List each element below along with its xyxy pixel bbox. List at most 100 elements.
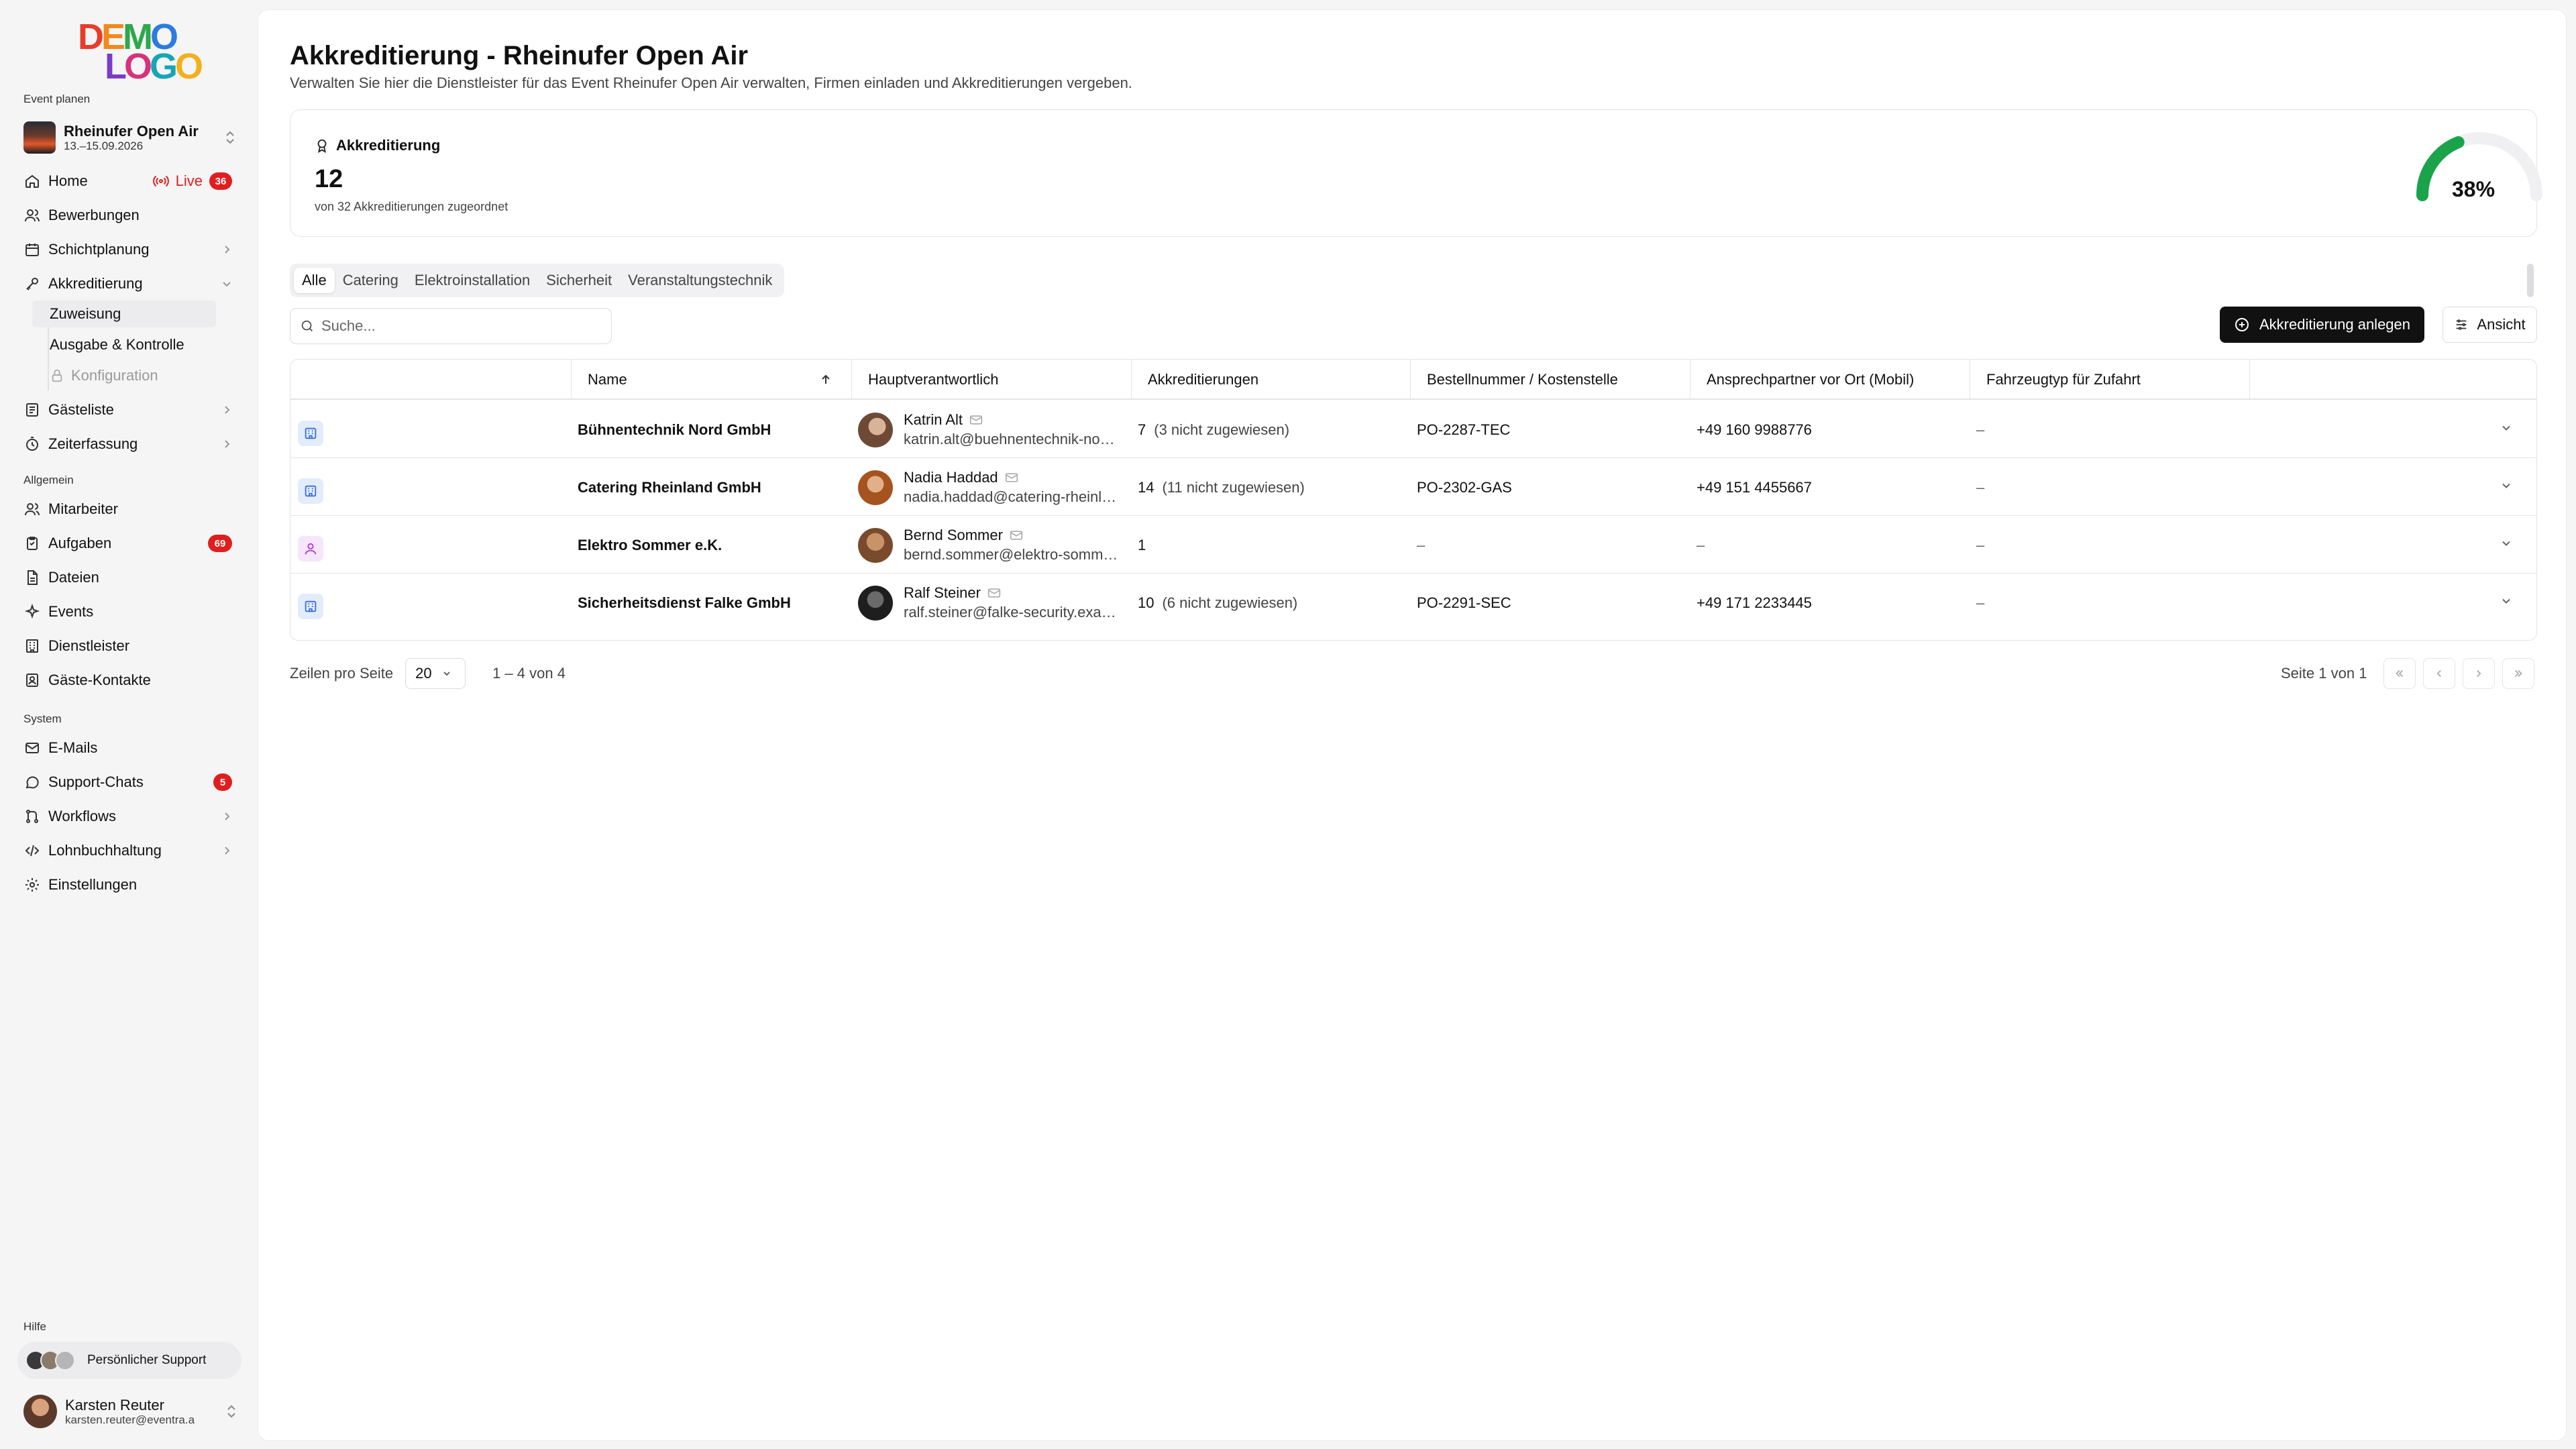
contact-person[interactable]: Ralf Steiner ralf.steiner@falke-security… [858, 574, 1118, 631]
rows-per-page-select[interactable]: 20 [405, 658, 466, 689]
accreditations-unassigned: (6 nicht zugewiesen) [1162, 594, 1298, 611]
accreditations-count: 14 [1138, 478, 1155, 496]
sort-ascending-icon[interactable] [819, 373, 833, 386]
tab-elektroinstallation[interactable]: Elektroinstallation [407, 268, 538, 293]
main-content: Akkreditierung - Rheinufer Open Air Verw… [258, 9, 2567, 1441]
lock-icon [50, 368, 64, 383]
scrollbar-thumb[interactable] [2527, 264, 2534, 297]
sidebar-item-mitarbeiter[interactable]: Mitarbeiter [17, 496, 239, 523]
live-label: Live [175, 172, 203, 189]
chevron-left-icon [2433, 667, 2445, 680]
company-name[interactable]: Catering Rheinland GmbH [578, 459, 761, 516]
sidebar-item-gaesteliste[interactable]: Gästeliste [17, 396, 239, 423]
search-input[interactable] [321, 317, 590, 335]
support-avatars [25, 1350, 75, 1371]
accreditations-count: 10 [1138, 594, 1155, 611]
sidebar-subitem-zuweisung[interactable]: Zuweisung [32, 301, 216, 327]
next-page-button[interactable] [2463, 658, 2496, 689]
column-header-hauptverantwortlich[interactable]: Hauptverantwortlich [851, 360, 1131, 400]
contact-person[interactable]: Bernd Sommer bernd.sommer@elektro-sommer… [858, 517, 1118, 574]
workflow-icon [24, 808, 40, 824]
mail-icon[interactable] [987, 588, 1001, 598]
sidebar-item-dateien[interactable]: Dateien [17, 564, 239, 591]
table-row[interactable]: Sicherheitsdienst Falke GmbH Ralf Steine… [290, 574, 2536, 631]
column-header-empty [2249, 360, 2536, 400]
view-options-button[interactable]: Ansicht [2443, 307, 2537, 343]
view-options-label: Ansicht [2477, 316, 2526, 333]
sidebar-item-home[interactable]: Home Live 36 [17, 168, 239, 195]
sidebar-item-label: Gäste-Kontakte [48, 672, 151, 688]
chevron-down-icon [221, 278, 232, 289]
personal-support-button[interactable]: Persönlicher Support [17, 1342, 241, 1379]
user-icon [298, 536, 323, 561]
sidebar-item-label: Events [48, 603, 94, 620]
sidebar-item-zeiterfassung[interactable]: Zeiterfassung [17, 431, 239, 458]
sidebar-item-label: Gästeliste [48, 401, 114, 418]
stat-label: Akkreditierung [336, 137, 441, 154]
column-header-fahrzeugtyp[interactable]: Fahrzeugtyp für Zufahrt [1970, 360, 2249, 400]
last-page-button[interactable] [2502, 658, 2535, 689]
event-switcher[interactable]: Rheinufer Open Air 13.–15.09.2026 [23, 121, 237, 154]
clipboard-icon [24, 535, 40, 551]
section-label-help: Hilfe [23, 1320, 47, 1333]
mail-icon[interactable] [969, 415, 983, 425]
order-number: PO-2287-TEC [1417, 421, 1511, 438]
mail-icon[interactable] [1010, 530, 1023, 541]
user-menu[interactable]: Karsten Reuter karsten.reuter@eventra.a [23, 1391, 238, 1432]
sidebar-item-einstellungen[interactable]: Einstellungen [17, 871, 239, 898]
sidebar-item-gaeste-kontakte[interactable]: Gäste-Kontakte [17, 667, 239, 694]
sidebar-subitem-label: Ausgabe & Kontrolle [50, 336, 184, 353]
chevrons-left-icon [2394, 667, 2406, 680]
avatar [23, 1395, 57, 1428]
chevron-right-icon [221, 811, 232, 822]
sidebar-item-schichtplanung[interactable]: Schichtplanung [17, 236, 239, 263]
mail-icon[interactable] [1005, 472, 1018, 483]
column-header-akkreditierungen[interactable]: Akkreditierungen [1131, 360, 1410, 400]
sidebar-item-bewerbungen[interactable]: Bewerbungen [17, 202, 239, 229]
sidebar-subitem-ausgabe-kontrolle[interactable]: Ausgabe & Kontrolle [32, 331, 216, 358]
contact-person[interactable]: Nadia Haddad nadia.haddad@catering-rhein… [858, 459, 1118, 516]
contact-email: ralf.steiner@falke-security.example [904, 603, 1118, 621]
gauge-percent: 38% [2452, 177, 2496, 201]
category-tabs: Alle Catering Elektroinstallation Sicher… [290, 264, 785, 297]
create-accreditation-button[interactable]: Akkreditierung anlegen [2220, 307, 2424, 343]
table-row[interactable]: Bühnentechnik Nord GmbH Katrin Alt katri… [290, 401, 2536, 458]
sidebar-item-lohnbuchhaltung[interactable]: Lohnbuchhaltung [17, 837, 239, 864]
code-icon [24, 843, 40, 859]
company-name[interactable]: Sicherheitsdienst Falke GmbH [578, 574, 791, 631]
column-header-bestellnummer[interactable]: Bestellnummer / Kostenstelle [1410, 360, 1690, 400]
tab-sicherheit[interactable]: Sicherheit [538, 268, 620, 293]
vehicle-type: – [1976, 421, 1985, 438]
logo-line-2: LOGO [105, 46, 203, 87]
accreditations-cell: 14 (11 nicht zugewiesen) [1138, 459, 1305, 516]
chevron-down-icon[interactable] [2500, 421, 2513, 435]
tab-veranstaltungstechnik[interactable]: Veranstaltungstechnik [620, 268, 780, 293]
previous-page-button[interactable] [2423, 658, 2456, 689]
sidebar-item-support-chats[interactable]: Support-Chats 5 [17, 769, 239, 796]
sidebar-item-events[interactable]: Events [17, 598, 239, 625]
live-indicator[interactable]: Live 36 [152, 172, 232, 190]
page-subtitle: Verwalten Sie hier die Dienstleister für… [290, 74, 1132, 91]
table-row[interactable]: Elektro Sommer e.K. Bernd Sommer bernd.s… [290, 517, 2536, 574]
sidebar-item-akkreditierung[interactable]: Akkreditierung [17, 270, 239, 297]
sidebar-item-dienstleister[interactable]: Dienstleister [17, 633, 239, 659]
chevron-down-icon[interactable] [2500, 479, 2513, 492]
column-header-name[interactable]: Name [571, 360, 851, 400]
first-page-button[interactable] [2383, 658, 2416, 689]
company-name[interactable]: Bühnentechnik Nord GmbH [578, 401, 771, 458]
chevron-down-icon[interactable] [2500, 594, 2513, 608]
sidebar-item-aufgaben[interactable]: Aufgaben 69 [17, 530, 239, 557]
brand-logo[interactable]: DEMO LOGO [74, 19, 203, 85]
accreditations-count: 7 [1138, 421, 1146, 438]
sidebar-item-emails[interactable]: E-Mails [17, 735, 239, 761]
chevron-down-icon[interactable] [2500, 537, 2513, 550]
column-header-ansprechpartner[interactable]: Ansprechpartner vor Ort (Mobil) [1690, 360, 1970, 400]
company-name[interactable]: Elektro Sommer e.K. [578, 517, 722, 574]
sidebar-item-label: Mitarbeiter [48, 500, 118, 517]
tab-alle[interactable]: Alle [294, 268, 335, 293]
table-row[interactable]: Catering Rheinland GmbH Nadia Haddad nad… [290, 459, 2536, 516]
sidebar-item-workflows[interactable]: Workflows [17, 803, 239, 830]
contact-person[interactable]: Katrin Alt katrin.alt@buehnentechnik-nor… [858, 401, 1118, 458]
tab-catering[interactable]: Catering [335, 268, 407, 293]
sidebar-item-label: Dienstleister [48, 637, 130, 654]
